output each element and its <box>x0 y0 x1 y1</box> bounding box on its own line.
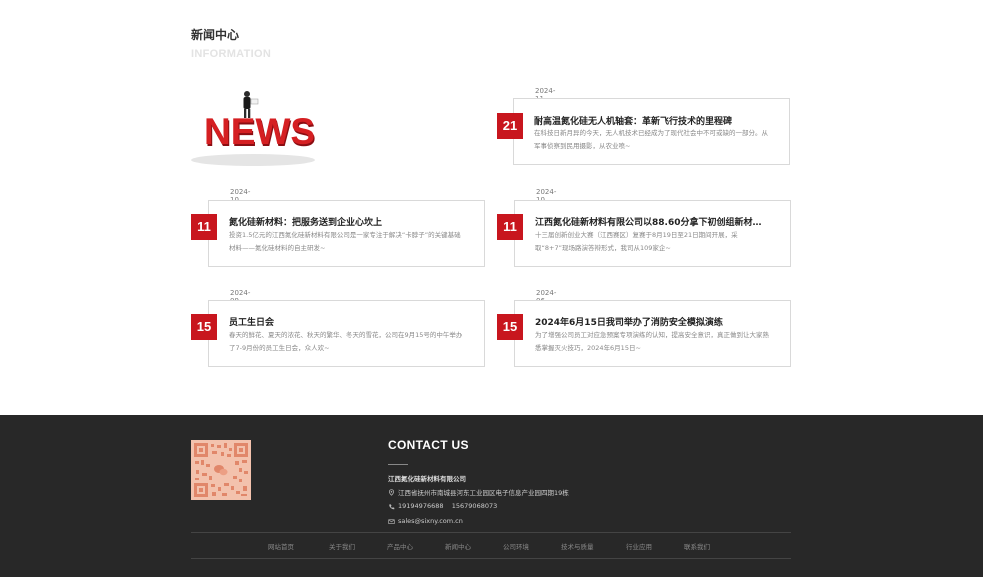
news-title[interactable]: 2024年6月15日我司举办了消防安全模拟演练 <box>535 315 783 328</box>
news-day-badge: 15 <box>191 314 217 340</box>
footer-nav-news[interactable]: 新闻中心 <box>445 541 471 551</box>
news-summary: 在科技日新月异的今天，无人机技术已经成为了现代社会中不可或缺的一部分。从军事侦察… <box>534 129 768 150</box>
address-row: 江西省抚州市南城县河东工业园区电子信息产业园四期19栋 <box>388 487 569 497</box>
news-title[interactable]: 耐高温氮化硅无人机轴套：革新飞行技术的里程碑 <box>534 114 782 127</box>
news-title[interactable]: 江西氮化硅新材料有限公司以88.60分拿下初创组新材料... <box>535 215 770 228</box>
news-title[interactable]: 员工生日会 <box>229 315 477 328</box>
news-summary: 投资1.5亿元的江西氮化硅新材料有限公司是一家专注于解决“卡脖子”的关键基础材料… <box>229 231 461 252</box>
news-image[interactable]: NEWS NEWS <box>191 88 323 168</box>
address-text: 江西省抚州市南城县河东工业园区电子信息产业园四期19栋 <box>398 489 569 497</box>
news-day-badge: 15 <box>497 314 523 340</box>
company-name: 江西氮化硅新材料有限公司 <box>388 475 466 483</box>
section-title: 新闻中心 <box>191 28 240 42</box>
footer-divider-top <box>191 532 791 533</box>
footer-nav-about[interactable]: 关于我们 <box>329 541 355 551</box>
footer: CONTACT US 江西氮化硅新材料有限公司 江西省抚州市南城县河东工业园区电… <box>0 415 983 577</box>
news-image-text: NEWS <box>204 111 315 152</box>
footer-nav-tech-quality[interactable]: 技术与质量 <box>561 541 594 551</box>
section-subtitle: INFORMATION <box>191 48 272 60</box>
news-illustration: NEWS NEWS <box>191 91 316 166</box>
qr-code-icon <box>191 440 251 500</box>
phone-row: 19194976688 15679068073 <box>388 502 497 510</box>
contact-title: CONTACT US <box>388 438 469 452</box>
footer-nav-products[interactable]: 产品中心 <box>387 541 413 551</box>
footer-nav-home[interactable]: 网站首页 <box>268 541 294 551</box>
news-day-badge: 11 <box>191 214 217 240</box>
news-day-badge: 11 <box>497 214 523 240</box>
footer-nav-environment[interactable]: 公司环境 <box>503 541 529 551</box>
news-title[interactable]: 氮化硅新材料：把服务送到企业心坎上 <box>229 215 477 228</box>
mail-icon <box>388 518 395 524</box>
footer-nav: 网站首页 关于我们 产品中心 新闻中心 公司环境 技术与质量 行业应用 联系我们 <box>191 541 791 553</box>
email-text[interactable]: sales@sixny.com.cn <box>398 517 463 525</box>
footer-nav-contact[interactable]: 联系我们 <box>684 541 710 551</box>
email-row: sales@sixny.com.cn <box>388 517 463 525</box>
news-summary: 十三届创新创业大赛（江西赛区）复赛于8月19日至21日期间开展，采取“8+7”现… <box>535 231 738 252</box>
page: 新闻中心 INFORMATION NEWS NEWS 2024-11 21 耐高… <box>0 0 983 577</box>
phone-icon <box>389 503 395 509</box>
contact-title-divider <box>388 464 408 465</box>
news-summary: 春天的鲜花、夏天的浓花、秋天的繁华、冬天的雪花，公司在9月15号的中午举办了7-… <box>229 331 463 352</box>
wechat-qr-code <box>191 440 251 500</box>
phone-text[interactable]: 19194976688 15679068073 <box>398 502 497 510</box>
news-section: 新闻中心 INFORMATION NEWS NEWS 2024-11 21 耐高… <box>0 0 983 415</box>
footer-divider-bottom <box>191 558 791 559</box>
news-day-badge: 21 <box>497 113 523 139</box>
news-summary: 为了增强公司员工对应急预案专项演练的认知，提高安全意识，真正做到让大家熟悉掌握灭… <box>535 331 769 352</box>
location-icon <box>389 488 394 496</box>
footer-nav-applications[interactable]: 行业应用 <box>626 541 652 551</box>
